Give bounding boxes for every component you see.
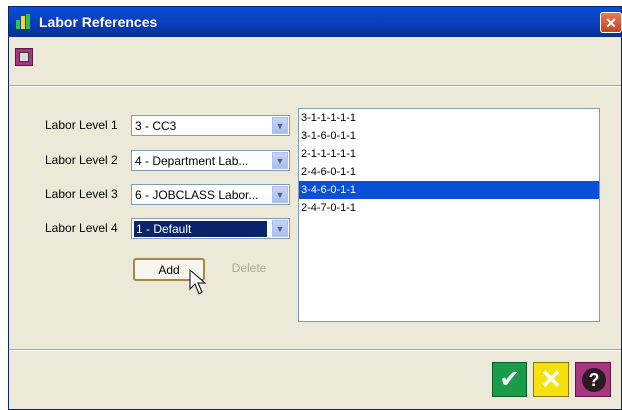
labor-level-4-label: Labor Level 4 <box>45 221 118 235</box>
list-item[interactable]: 3-4-6-0-1-1 <box>299 181 599 199</box>
close-button[interactable]: ✕ <box>600 12 622 33</box>
help-button[interactable]: ? <box>575 362 611 397</box>
save-icon[interactable] <box>15 48 33 66</box>
labor-level-3-value: 6 - JOBCLASS Labor... <box>135 188 259 202</box>
labor-level-3-label: Labor Level 3 <box>45 187 118 201</box>
labor-references-list[interactable]: 3-1-1-1-1-1 3-1-6-0-1-1 2-1-1-1-1-1 2-4-… <box>298 108 600 322</box>
list-item[interactable]: 2-4-7-0-1-1 <box>299 199 599 217</box>
labor-level-2-value: 4 - Department Lab... <box>135 154 249 168</box>
help-icon: ? <box>582 368 606 392</box>
labor-level-4-select[interactable]: 1 - Default ▼ <box>131 218 290 239</box>
list-item[interactable]: 2-1-1-1-1-1 <box>299 145 599 163</box>
labor-references-dialog: Labor References ✕ Labor Level 1 3 - CC3… <box>8 6 622 410</box>
chevron-down-icon[interactable]: ▼ <box>272 117 288 134</box>
mouse-pointer-icon <box>189 269 207 295</box>
toolbar-separator <box>9 85 621 87</box>
labor-level-1-label: Labor Level 1 <box>45 118 118 132</box>
labor-level-2-label: Labor Level 2 <box>45 153 118 167</box>
labor-level-2-select[interactable]: 4 - Department Lab... ▼ <box>131 150 290 171</box>
chevron-down-icon[interactable]: ▼ <box>272 220 288 237</box>
labor-level-4-value: 1 - Default <box>134 221 267 237</box>
cancel-button[interactable]: ✕ <box>533 362 569 397</box>
title-bar[interactable]: Labor References ✕ <box>9 7 622 37</box>
labor-level-3-select[interactable]: 6 - JOBCLASS Labor... ▼ <box>131 184 290 205</box>
delete-button[interactable]: Delete <box>213 258 285 281</box>
app-icon <box>16 14 30 29</box>
list-item[interactable]: 2-4-6-0-1-1 <box>299 163 599 181</box>
chevron-down-icon[interactable]: ▼ <box>272 186 288 203</box>
window-title: Labor References <box>39 14 158 30</box>
ok-button[interactable]: ✔ <box>492 362 527 397</box>
list-item[interactable]: 3-1-6-0-1-1 <box>299 127 599 145</box>
list-item[interactable]: 3-1-1-1-1-1 <box>299 109 599 127</box>
chevron-down-icon[interactable]: ▼ <box>272 152 288 169</box>
footer-separator <box>9 349 621 351</box>
labor-level-1-value: 3 - CC3 <box>135 119 177 133</box>
labor-level-1-select[interactable]: 3 - CC3 ▼ <box>131 115 290 136</box>
